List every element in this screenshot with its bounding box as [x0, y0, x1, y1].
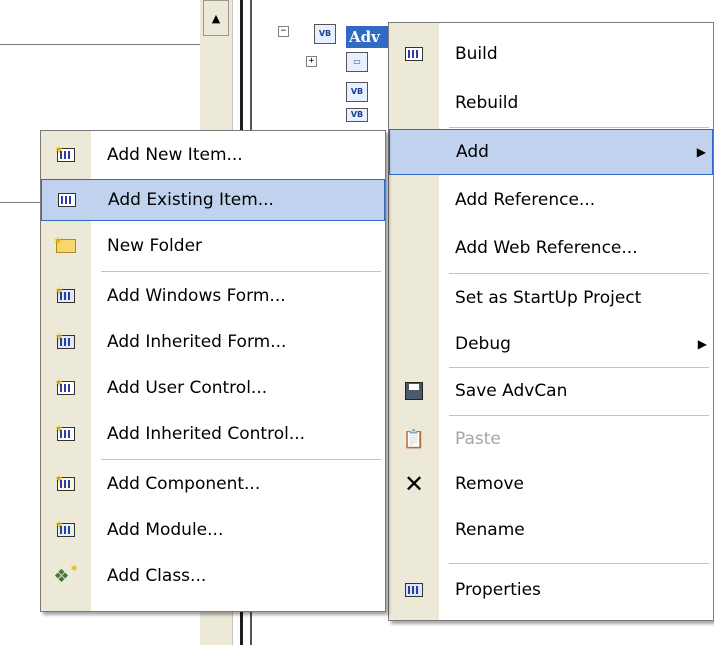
submenu-arrow-icon: ▶ [697, 337, 707, 351]
menu-item-new-folder[interactable]: ✶ New Folder [41, 223, 385, 269]
menu-separator [449, 273, 709, 274]
user-control-icon: ✶ [53, 376, 79, 400]
menu-item-build[interactable]: Build [389, 29, 713, 79]
menu-item-label: Set as StartUp Project [455, 288, 642, 308]
menu-item-paste[interactable]: 📋 Paste [389, 417, 713, 461]
menu-item-label: Add Web Reference... [455, 238, 638, 258]
menu-item-label: Add [456, 142, 489, 162]
inherited-control-icon: ✶ [53, 422, 79, 446]
build-icon [401, 42, 427, 66]
submenu-arrow-icon: ▶ [696, 145, 706, 159]
menu-item-rebuild[interactable]: Rebuild [389, 79, 713, 127]
menu-item-add-web-reference[interactable]: Add Web Reference... [389, 225, 713, 271]
menu-item-add-component[interactable]: ✶ Add Component... [41, 461, 385, 507]
menu-item-debug[interactable]: Debug ▶ [389, 321, 713, 367]
menu-item-label: Build [455, 44, 498, 64]
vb-project-icon: VB [314, 24, 336, 44]
menu-separator [449, 415, 709, 416]
properties-icon [401, 578, 427, 602]
vb-file-icon: VB [346, 82, 368, 102]
save-icon [401, 379, 427, 403]
folder-ref-icon: ▭ [346, 52, 368, 72]
menu-item-add-class[interactable]: ❖ ✶ Add Class... [41, 553, 385, 599]
inherited-form-icon: ✶ [53, 330, 79, 354]
tree-expand-icon[interactable]: + [306, 56, 317, 67]
paste-icon: 📋 [402, 428, 426, 450]
menu-item-rename[interactable]: Rename [389, 507, 713, 553]
menu-item-label: Add Existing Item... [108, 190, 274, 210]
menu-item-label: Add User Control... [107, 378, 268, 398]
menu-item-label: Add Reference... [455, 190, 596, 210]
menu-item-label: Remove [455, 474, 524, 494]
menu-item-label: Paste [455, 429, 501, 449]
menu-item-label: Properties [455, 580, 541, 600]
scroll-up-arrow-icon[interactable]: ▲ [203, 0, 229, 36]
menu-item-properties[interactable]: Properties [389, 565, 713, 615]
existing-item-icon [54, 188, 80, 212]
new-item-icon: ✶ [53, 143, 79, 167]
component-icon: ✶ [53, 472, 79, 496]
menu-item-add-windows-form[interactable]: ✶ Add Windows Form... [41, 273, 385, 319]
menu-item-label: Add Inherited Control... [107, 424, 306, 444]
menu-item-label: Save AdvCan [455, 381, 568, 401]
new-folder-icon: ✶ [53, 234, 79, 258]
menu-item-label: Add Module... [107, 520, 224, 540]
menu-separator [101, 271, 381, 272]
menu-separator [449, 127, 709, 128]
menu-item-label: Rebuild [455, 93, 519, 113]
menu-item-add-existing-item[interactable]: Add Existing Item... [41, 179, 385, 221]
project-context-menu: Build Rebuild Add ▶ Add Reference... Add… [388, 22, 714, 621]
module-icon: ✶ [53, 518, 79, 542]
menu-item-add-inherited-control[interactable]: ✶ Add Inherited Control... [41, 411, 385, 457]
menu-item-set-startup[interactable]: Set as StartUp Project [389, 275, 713, 321]
menu-separator [101, 459, 381, 460]
menu-item-add-module[interactable]: ✶ Add Module... [41, 507, 385, 553]
background-divider-bottom [0, 202, 40, 203]
vb-file-icon: VB [346, 108, 368, 122]
menu-item-add[interactable]: Add ▶ [389, 129, 713, 175]
menu-item-label: Add New Item... [107, 145, 243, 165]
menu-item-add-reference[interactable]: Add Reference... [389, 175, 713, 225]
tree-collapse-icon[interactable]: − [278, 26, 289, 37]
menu-item-add-inherited-form[interactable]: ✶ Add Inherited Form... [41, 319, 385, 365]
menu-item-label: New Folder [107, 236, 203, 256]
menu-item-label: Debug [455, 334, 511, 354]
menu-item-label: Rename [455, 520, 525, 540]
windows-form-icon: ✶ [53, 284, 79, 308]
remove-icon: ✕ [403, 470, 425, 498]
menu-item-add-new-item[interactable]: ✶ Add New Item... [41, 133, 385, 177]
add-submenu: ✶ Add New Item... Add Existing Item... ✶… [40, 130, 386, 612]
menu-item-add-user-control[interactable]: ✶ Add User Control... [41, 365, 385, 411]
menu-item-remove[interactable]: ✕ Remove [389, 461, 713, 507]
menu-item-label: Add Windows Form... [107, 286, 286, 306]
menu-item-save[interactable]: Save AdvCan [389, 369, 713, 413]
menu-item-label: Add Inherited Form... [107, 332, 287, 352]
menu-item-label: Add Class... [107, 566, 207, 586]
menu-separator [449, 367, 709, 368]
background-divider-top [0, 44, 200, 45]
menu-item-label: Add Component... [107, 474, 261, 494]
class-icon: ❖ ✶ [53, 561, 79, 587]
menu-separator [449, 563, 709, 564]
